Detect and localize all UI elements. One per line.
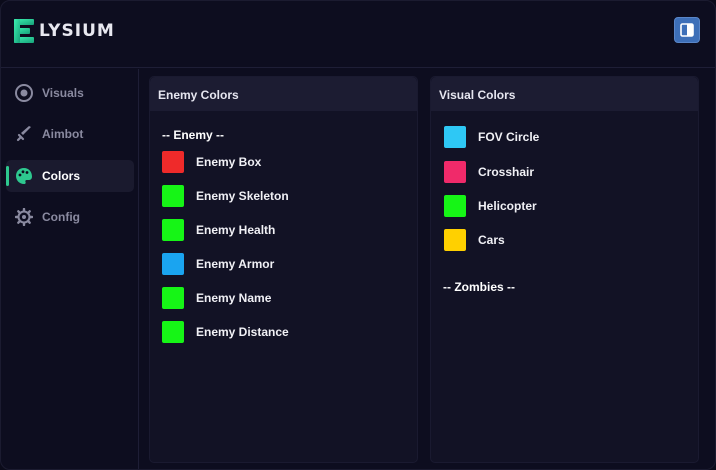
section-label-enemy: -- Enemy -- [162,128,225,142]
sidebar-item-label: Config [42,210,80,224]
visual-colors-panel: Visual Colors FOV Circle Crosshair Helic… [430,76,699,463]
color-label: Crosshair [478,165,535,179]
brand-name: LYSIUM [39,21,115,41]
color-label: Enemy Armor [196,257,275,271]
sidebar-item-config[interactable]: Config [6,201,134,233]
sidebar-item-label: Aimbot [42,127,84,141]
color-row-cars[interactable]: Cars [444,229,684,251]
sword-icon [16,126,31,142]
section-label-zombies: -- Zombies -- [443,280,515,294]
gear-icon [15,208,33,226]
panel-header: Enemy Colors [150,77,417,111]
color-row-crosshair[interactable]: Crosshair [444,161,684,183]
panel-title: Enemy Colors [158,88,239,102]
sidebar-nav: Visuals Aimbot Colors Config [1,69,139,469]
sidebar-item-aimbot[interactable]: Aimbot [6,118,134,150]
color-swatch[interactable] [444,126,466,148]
color-row-enemy-skeleton[interactable]: Enemy Skeleton [162,185,402,207]
color-label: Cars [478,233,505,247]
color-swatch[interactable] [162,151,184,173]
color-swatch[interactable] [162,287,184,309]
header-bar: LYSIUM [1,1,715,68]
sidebar-item-visuals[interactable]: Visuals [6,77,134,109]
sidebar-toggle-icon [680,23,694,37]
sidebar-item-label: Visuals [42,86,84,100]
color-label: Helicopter [478,199,537,213]
sidebar-toggle-button[interactable] [674,17,700,43]
app-window: LYSIUM Visuals Aimbot Colors Config Enem… [0,0,716,470]
panel-title: Visual Colors [439,88,516,102]
palette-icon [16,168,32,184]
color-label: Enemy Skeleton [196,189,289,203]
color-row-enemy-name[interactable]: Enemy Name [162,287,402,309]
panel-header: Visual Colors [431,77,698,111]
color-label: Enemy Box [196,155,262,169]
color-label: Enemy Distance [196,325,289,339]
color-row-helicopter[interactable]: Helicopter [444,195,684,217]
eye-icon [15,84,33,102]
color-swatch[interactable] [162,219,184,241]
logo-icon [14,19,34,43]
color-swatch[interactable] [162,321,184,343]
color-swatch[interactable] [444,195,466,217]
sidebar-item-colors[interactable]: Colors [6,160,134,192]
color-swatch[interactable] [444,229,466,251]
sidebar-item-label: Colors [42,169,81,183]
brand-logo: LYSIUM [13,17,115,45]
color-row-enemy-armor[interactable]: Enemy Armor [162,253,402,275]
color-label: Enemy Health [196,223,276,237]
color-swatch[interactable] [162,185,184,207]
color-row-enemy-health[interactable]: Enemy Health [162,219,402,241]
color-swatch[interactable] [444,161,466,183]
color-row-fov-circle[interactable]: FOV Circle [444,126,684,148]
color-label: FOV Circle [478,130,540,144]
color-row-enemy-box[interactable]: Enemy Box [162,151,402,173]
color-row-enemy-distance[interactable]: Enemy Distance [162,321,402,343]
color-swatch[interactable] [162,253,184,275]
color-label: Enemy Name [196,291,272,305]
enemy-colors-panel: Enemy Colors -- Enemy -- Enemy Box Enemy… [149,76,418,463]
